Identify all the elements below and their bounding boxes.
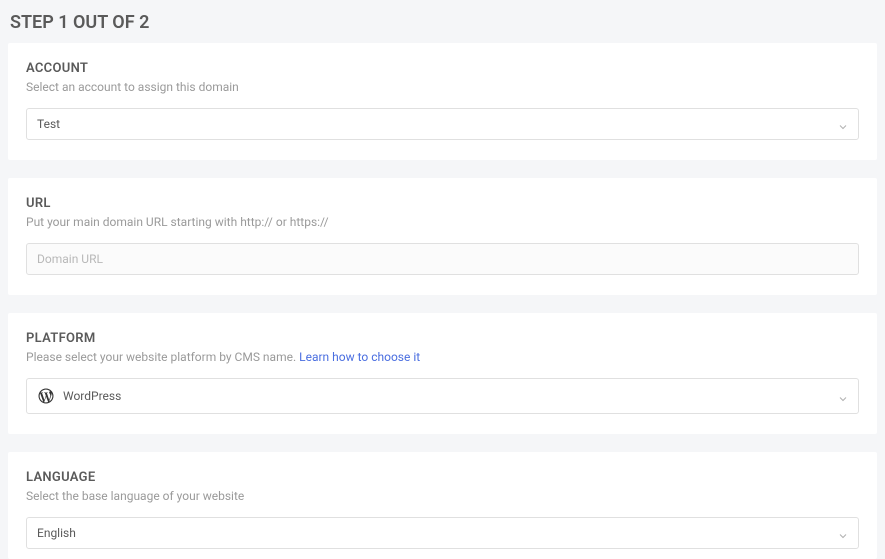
platform-subtitle-text: Please select your website platform by C… <box>26 350 299 364</box>
platform-subtitle: Please select your website platform by C… <box>26 350 859 364</box>
account-select[interactable]: Test <box>26 108 859 140</box>
wordpress-icon <box>37 387 55 405</box>
account-card: ACCOUNT Select an account to assign this… <box>8 43 877 160</box>
url-card: URL Put your main domain URL starting wi… <box>8 178 877 295</box>
url-title: URL <box>26 196 859 211</box>
step-header: STEP 1 OUT OF 2 <box>0 0 885 43</box>
language-select[interactable]: English <box>26 517 859 549</box>
language-subtitle: Select the base language of your website <box>26 489 859 503</box>
language-title: LANGUAGE <box>26 470 859 485</box>
language-select-value: English <box>37 526 76 540</box>
platform-title: PLATFORM <box>26 331 859 346</box>
platform-select[interactable]: WordPress <box>26 378 859 414</box>
platform-select-value: WordPress <box>63 389 121 403</box>
account-title: ACCOUNT <box>26 61 859 76</box>
url-input[interactable] <box>26 243 859 275</box>
language-card: LANGUAGE Select the base language of you… <box>8 452 877 559</box>
account-subtitle: Select an account to assign this domain <box>26 80 859 94</box>
account-select-value: Test <box>37 117 60 131</box>
platform-card: PLATFORM Please select your website plat… <box>8 313 877 434</box>
url-subtitle: Put your main domain URL starting with h… <box>26 215 859 229</box>
platform-learn-link[interactable]: Learn how to choose it <box>299 350 420 364</box>
